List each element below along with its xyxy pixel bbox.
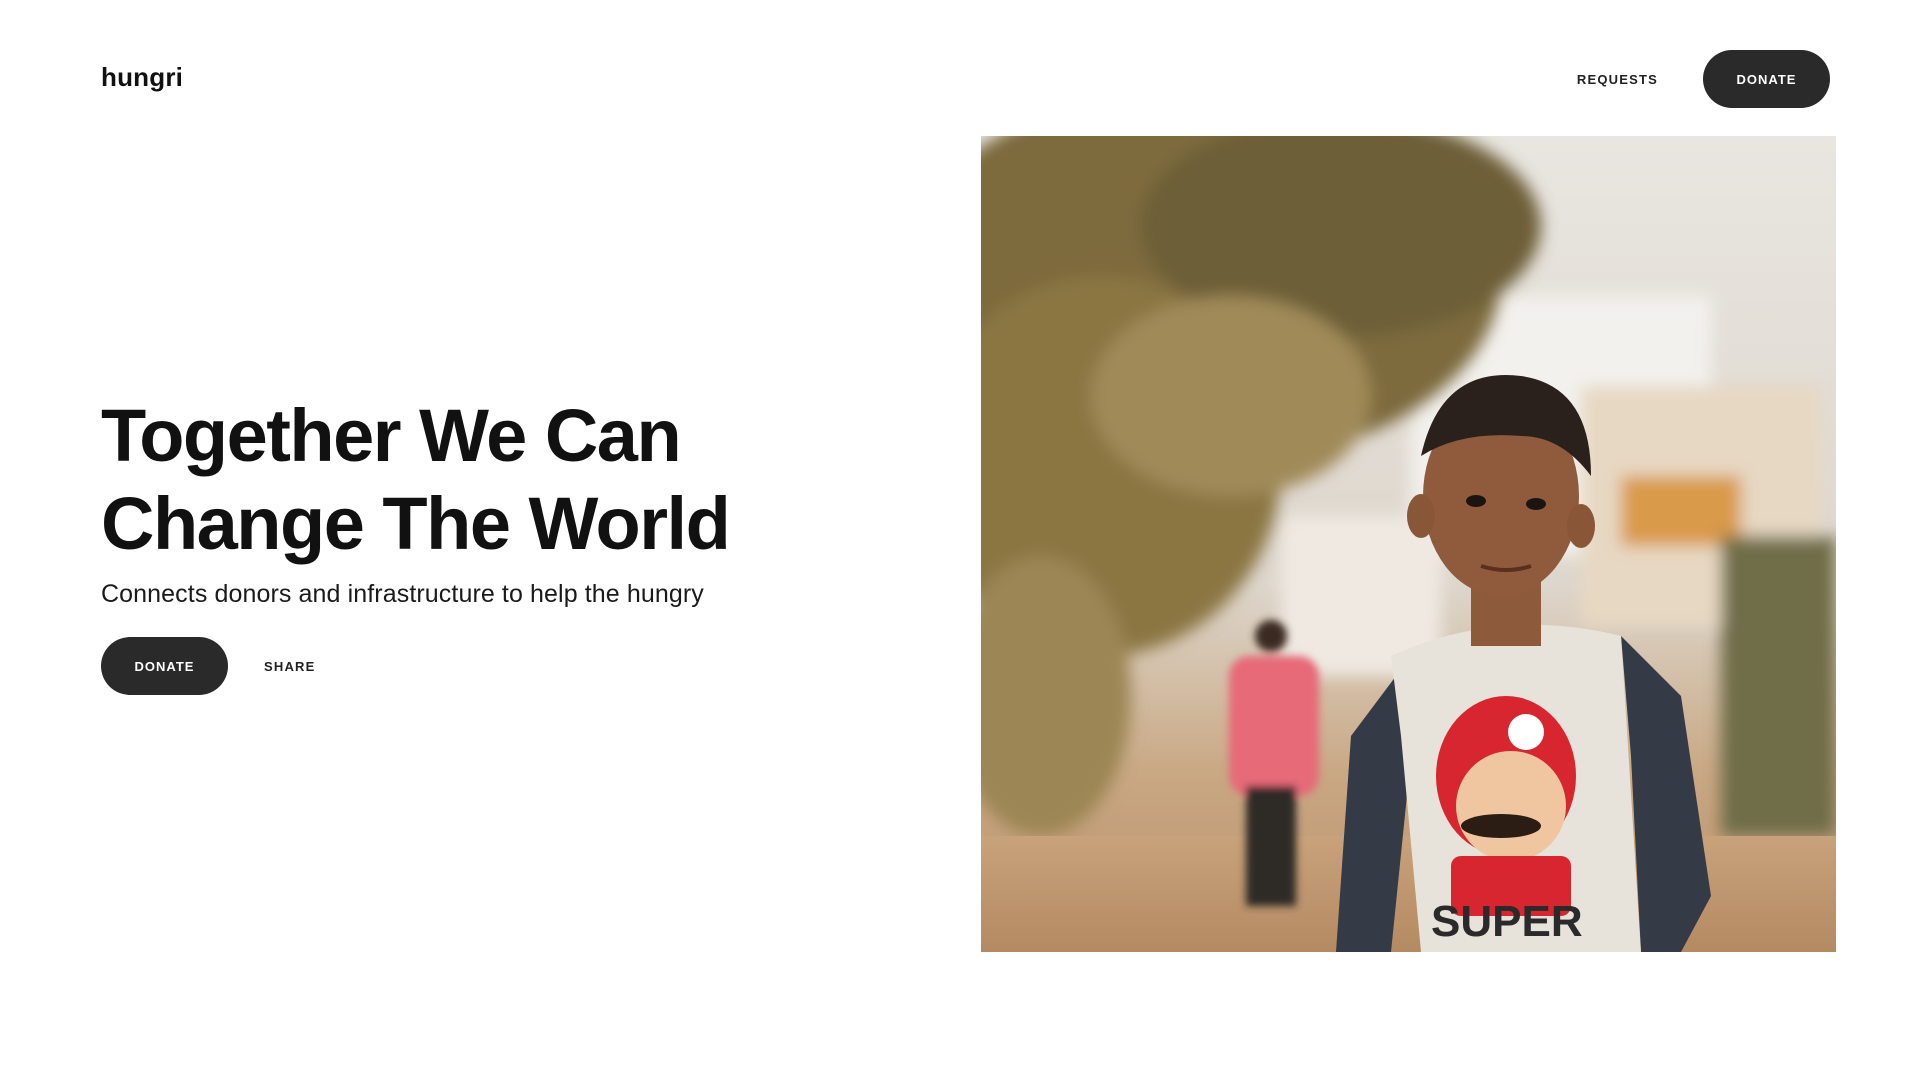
hero-subtitle: Connects donors and infrastructure to he… [101,580,704,608]
hero-actions: DONATE SHARE [101,637,861,695]
hero-donate-button[interactable]: DONATE [101,637,228,695]
hero-headline-line1: Together We Can [101,394,682,477]
landing-page: hungri REQUESTS DONATE Together We Can C… [0,0,1920,1080]
hero-headline-line2: Change The World [101,482,731,565]
nav-donate-button[interactable]: DONATE [1703,50,1830,108]
shirt-print-text: SUPER [1431,897,1583,946]
nav-requests-link[interactable]: REQUESTS [1577,72,1658,87]
hero-headline: Together We Can Change The World [101,392,861,568]
hero-photo: SUPER [981,136,1836,952]
hero-text: Together We Can Change The World Connect… [101,392,861,695]
logo[interactable]: hungri [101,62,183,93]
hero-photo-illustration: SUPER [981,136,1836,952]
top-nav: REQUESTS DONATE [1577,50,1830,108]
hero-share-link[interactable]: SHARE [264,659,316,674]
